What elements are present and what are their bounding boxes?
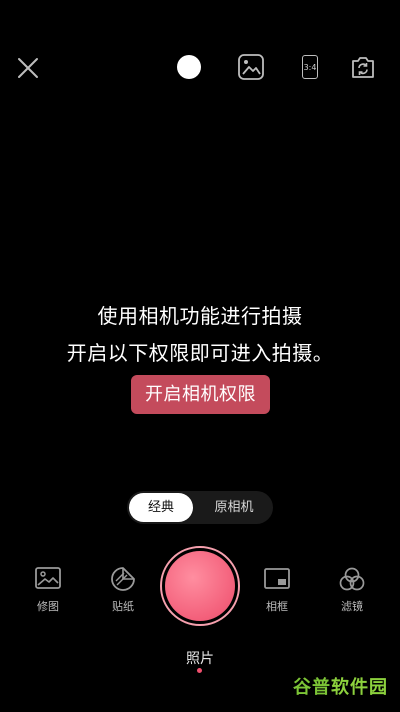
watermark-part2: 软件园 — [331, 677, 388, 698]
enable-camera-permission-button[interactable]: 开启相机权限 — [131, 375, 270, 414]
frame-icon — [264, 568, 290, 589]
sticker-label: 贴纸 — [112, 600, 134, 613]
edit-photo-label: 修图 — [37, 600, 59, 613]
filter-button[interactable]: 滤镜 — [328, 566, 376, 614]
close-button[interactable] — [14, 54, 42, 82]
gallery-button[interactable] — [235, 51, 267, 83]
close-icon — [18, 58, 38, 78]
aspect-ratio-label: 3:4 — [302, 55, 318, 79]
mode-original-camera[interactable]: 原相机 — [199, 493, 269, 522]
permission-message-line2: 开启以下权限即可进入拍摄。 — [66, 341, 334, 365]
camera-switch-button[interactable] — [347, 51, 379, 83]
filter-label: 滤镜 — [341, 600, 363, 613]
aspect-ratio-button[interactable]: 3:4 — [294, 51, 326, 83]
gallery-icon — [238, 54, 264, 80]
edit-photo-button[interactable]: 修图 — [24, 566, 72, 614]
sticker-button[interactable]: 贴纸 — [99, 566, 147, 614]
mode-classic[interactable]: 经典 — [129, 493, 193, 522]
filter-icon — [339, 567, 365, 591]
sticker-icon — [111, 567, 135, 591]
shutter-button[interactable] — [165, 551, 235, 621]
capture-mode-photo[interactable]: 照片 — [0, 648, 400, 668]
watermark: 谷普软件园 — [293, 673, 388, 699]
permission-message-line1: 使用相机功能进行拍摄 — [97, 304, 303, 328]
flash-dot-icon[interactable] — [177, 55, 201, 79]
camera-mode-toggle: 经典 原相机 — [127, 491, 273, 524]
camera-switch-icon — [352, 57, 374, 78]
frame-label: 相框 — [266, 600, 288, 613]
image-edit-icon — [35, 567, 61, 589]
capture-mode-indicator — [197, 668, 202, 673]
watermark-part1: 谷普 — [293, 677, 331, 698]
frame-button[interactable]: 相框 — [253, 566, 301, 614]
